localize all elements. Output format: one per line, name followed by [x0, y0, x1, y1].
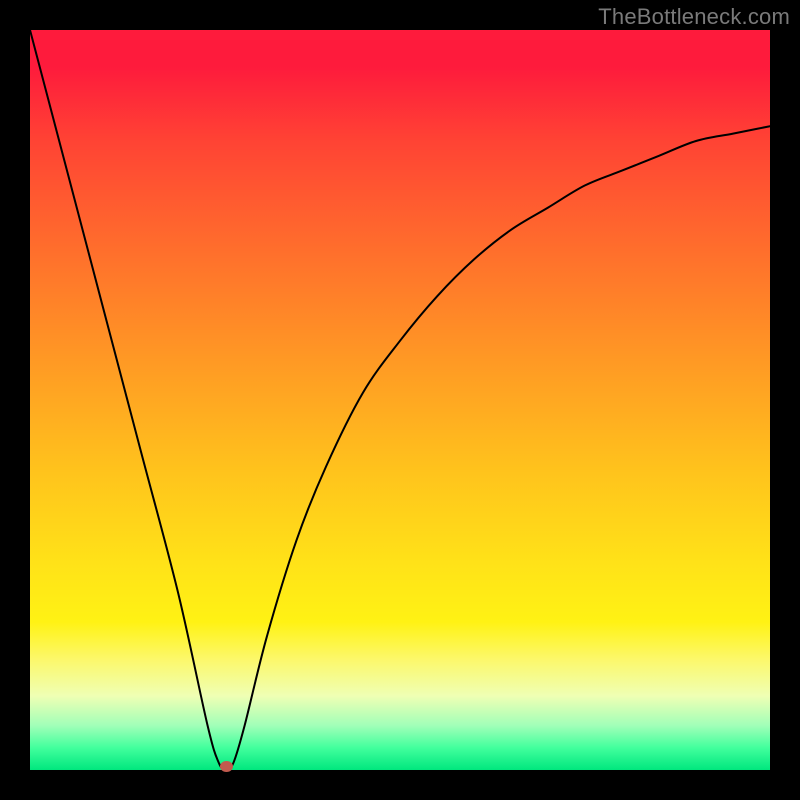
watermark-text: TheBottleneck.com — [598, 4, 790, 30]
optimal-point-marker — [220, 761, 233, 772]
bottleneck-curve — [30, 30, 770, 770]
curve-svg — [30, 30, 770, 770]
chart-frame: TheBottleneck.com — [0, 0, 800, 800]
plot-area — [30, 30, 770, 770]
